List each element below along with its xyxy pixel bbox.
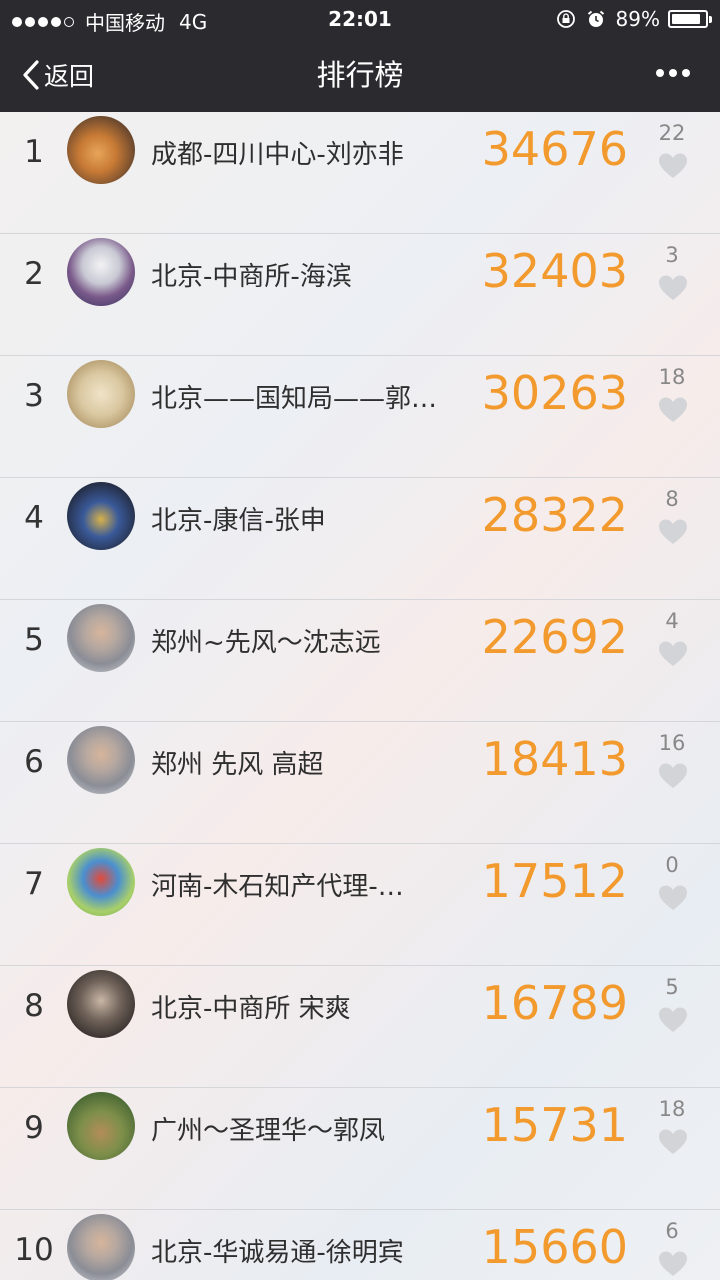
- toys-avatar[interactable]: [67, 482, 135, 550]
- ranking-row[interactable]: 10 北京-华诚易通-徐明宾 15660 6: [0, 1210, 720, 1280]
- user-name: 郑州 先风 高超: [151, 750, 324, 780]
- ranking-row[interactable]: 3 北京——国知局——郭… 30263 18: [0, 356, 720, 478]
- like-count: 16: [658, 731, 686, 755]
- like-heart-icon[interactable]: [658, 518, 688, 546]
- like-heart-icon[interactable]: [658, 884, 688, 912]
- battery-level: [672, 14, 701, 24]
- rank-number: 5: [24, 622, 44, 658]
- battery-icon: [668, 10, 712, 28]
- ranking-row[interactable]: 1 成都-四川中心-刘亦非 34676 22: [0, 112, 720, 234]
- score: 16789: [481, 976, 628, 1030]
- user-name: 北京——国知局——郭…: [151, 384, 438, 414]
- score: 22692: [481, 610, 628, 664]
- ranking-row[interactable]: 2 北京-中商所-海滨 32403 3: [0, 234, 720, 356]
- status-right: 89%: [556, 7, 712, 31]
- anime-character-avatar[interactable]: [67, 238, 135, 306]
- user-name: 广州～圣理华～郭凤: [151, 1116, 386, 1146]
- ranking-row[interactable]: 8 北京-中商所 宋爽 16789 5: [0, 966, 720, 1088]
- cartoon-figure-avatar[interactable]: [67, 848, 135, 916]
- ranking-row[interactable]: 6 郑州 先风 高超 18413 16: [0, 722, 720, 844]
- like-count: 4: [665, 609, 679, 633]
- user-name: 成都-四川中心-刘亦非: [151, 140, 404, 170]
- cat-avatar[interactable]: [67, 116, 135, 184]
- child-photo-avatar[interactable]: [67, 970, 135, 1038]
- score: 34676: [481, 122, 628, 176]
- person-avatar[interactable]: [67, 1214, 135, 1280]
- like-count: 18: [658, 365, 686, 389]
- more-options-icon[interactable]: [651, 69, 690, 77]
- like-count: 18: [658, 1097, 686, 1121]
- score: 30263: [481, 366, 628, 420]
- user-name: 郑州~先风～沈志远: [151, 628, 381, 658]
- status-bar: 中国移动 4G 22:01 89%: [0, 0, 720, 38]
- rank-number: 7: [24, 866, 44, 902]
- like-count: 3: [665, 243, 679, 267]
- rotation-lock-icon: [556, 10, 575, 28]
- person-avatar[interactable]: [67, 726, 135, 794]
- rank-number: 4: [24, 500, 44, 536]
- score: 15660: [481, 1220, 628, 1274]
- score: 32403: [481, 244, 628, 298]
- like-count: 0: [665, 853, 679, 877]
- rank-number: 3: [24, 378, 44, 414]
- user-name: 北京-中商所 宋爽: [151, 994, 351, 1024]
- like-heart-icon[interactable]: [658, 1006, 688, 1034]
- like-count: 5: [665, 975, 679, 999]
- score: 18413: [481, 732, 628, 786]
- like-heart-icon[interactable]: [658, 274, 688, 302]
- like-heart-icon[interactable]: [658, 152, 688, 180]
- user-name: 北京-中商所-海滨: [151, 262, 352, 292]
- user-name: 河南-木石知产代理-…: [151, 872, 404, 902]
- user-name: 北京-华诚易通-徐明宾: [151, 1238, 404, 1268]
- like-count: 22: [658, 121, 686, 145]
- page-title: 排行榜: [316, 58, 404, 92]
- rank-number: 6: [24, 744, 44, 780]
- like-heart-icon[interactable]: [658, 640, 688, 668]
- medallion-avatar[interactable]: [67, 360, 135, 428]
- like-heart-icon[interactable]: [658, 1128, 688, 1156]
- like-heart-icon[interactable]: [658, 1250, 688, 1278]
- rank-number: 8: [24, 988, 44, 1024]
- like-heart-icon[interactable]: [658, 762, 688, 790]
- score: 17512: [481, 854, 628, 908]
- score: 15731: [481, 1098, 628, 1152]
- rank-number: 2: [24, 256, 44, 292]
- like-count: 6: [665, 1219, 679, 1243]
- outdoor-photo-avatar[interactable]: [67, 1092, 135, 1160]
- like-count: 8: [665, 487, 679, 511]
- person-avatar[interactable]: [67, 604, 135, 672]
- alarm-icon: [587, 10, 604, 27]
- score: 28322: [481, 488, 628, 542]
- ranking-row[interactable]: 4 北京-康信-张申 28322 8: [0, 478, 720, 600]
- rank-number: 1: [24, 134, 44, 170]
- ranking-row[interactable]: 5 郑州~先风～沈志远 22692 4: [0, 600, 720, 722]
- nav-bar: 返回 排行榜: [0, 38, 720, 112]
- user-name: 北京-康信-张申: [151, 506, 326, 536]
- rank-number: 9: [24, 1110, 44, 1146]
- ranking-row[interactable]: 9 广州～圣理华～郭凤 15731 18: [0, 1088, 720, 1210]
- like-heart-icon[interactable]: [658, 396, 688, 424]
- rank-number: 10: [14, 1232, 54, 1268]
- ranking-row[interactable]: 7 河南-木石知产代理-… 17512 0: [0, 844, 720, 966]
- battery-percent: 89%: [615, 7, 660, 31]
